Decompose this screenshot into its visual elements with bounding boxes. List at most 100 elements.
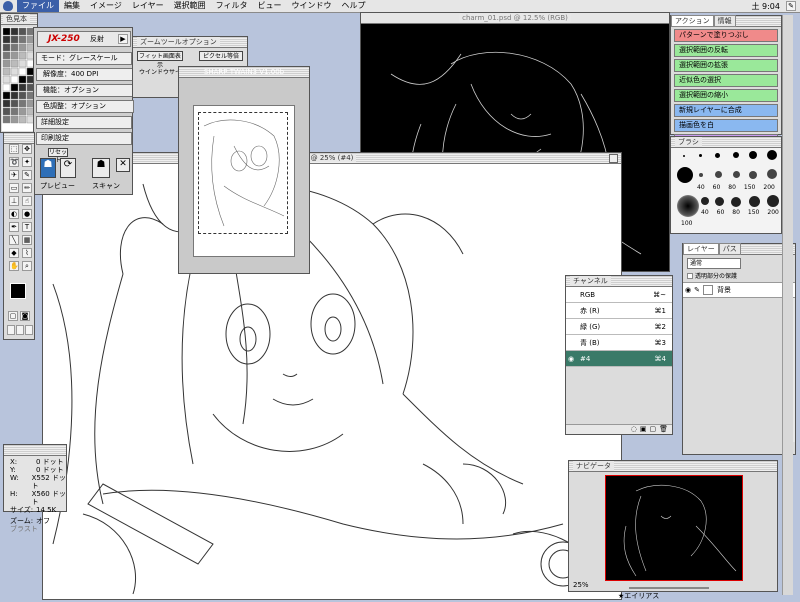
swatch[interactable] [18,27,27,36]
action-item[interactable]: 近似色の選択 [674,74,778,87]
reset-button[interactable]: リセット [48,148,68,164]
apple-menu-icon[interactable] [3,1,13,11]
screen-mode-3-icon[interactable] [25,325,33,335]
scan-selection-marquee[interactable] [198,112,288,234]
swatch[interactable] [18,107,27,116]
swatch[interactable] [2,75,11,84]
brush-soft-2[interactable] [715,171,722,178]
function-option-button[interactable]: 機能：オプション [36,84,134,97]
marquee-tool-icon[interactable]: ⬚ [9,144,19,154]
preserve-checkbox[interactable] [687,272,693,279]
brush-3px[interactable] [699,154,702,157]
brush-5px[interactable] [715,153,720,158]
eraser-tool-icon[interactable]: ▭ [9,183,19,193]
brushes-panel[interactable]: ブラシ 40 60 80 150 200 40 60 80 150 200 10… [670,136,782,234]
info-titlebar[interactable] [4,445,66,456]
arrow-right-icon[interactable]: ▶ [118,34,128,44]
blur-tool-icon[interactable]: ◐ [9,209,19,219]
mode-select[interactable]: モード：グレースケール [36,52,132,65]
toolbox[interactable]: ⬚ ✥ ➰ ✦ ✈ ✎ ▭ ✏ ⊥ ☝ ◐ ● ✒ T ╲ ▦ ◆ ⌇ ✋ ⌕ … [3,132,35,340]
save-selection-icon[interactable]: ▣ [640,425,647,434]
channel-row[interactable]: 緑 (G) ⌘2 [566,319,672,335]
desktop-scrollbar[interactable] [782,15,793,595]
detail-settings-button[interactable]: 詳細設定 [36,116,132,129]
menu-file[interactable]: ファイル [17,0,59,12]
swatch[interactable] [2,59,11,68]
scan-button[interactable]: ☗ [92,158,110,178]
print-settings-button[interactable]: 印刷設定 [36,132,132,145]
screen-mode-2-icon[interactable] [16,325,24,335]
dodge-tool-icon[interactable]: ● [22,209,32,219]
bucket-tool-icon[interactable]: ◆ [9,248,19,258]
tab-paths[interactable]: パス [718,243,741,255]
twain-titlebar[interactable]: SHARP TWAIN3 V1.00b [179,67,309,78]
action-item[interactable]: 選択範囲の反転 [674,44,778,57]
swatch[interactable] [2,91,11,100]
eye-icon[interactable]: ◉ [683,286,693,294]
paintbrush-tool-icon[interactable]: ✎ [22,170,32,180]
brush-hard-large[interactable] [677,167,693,183]
brush-soft-large[interactable] [677,195,699,217]
brush-soft-1[interactable] [699,173,703,177]
action-item[interactable]: 新規レイヤーに合成 [674,104,778,117]
swatch[interactable] [10,83,19,92]
eye-icon[interactable]: ◉ [566,355,576,363]
swatch[interactable] [10,99,19,108]
swatches-titlebar[interactable]: 色見本 [1,14,37,25]
action-item[interactable]: パターンで塗りつぶし [674,29,778,42]
menu-edit[interactable]: 編集 [59,0,85,12]
zoom-box-icon[interactable] [609,154,618,163]
cancel-scan-button[interactable]: ✕ [116,158,130,172]
magic-wand-tool-icon[interactable]: ✦ [22,157,32,167]
swatch[interactable] [18,35,27,44]
menu-view[interactable]: ビュー [252,0,286,12]
swatch[interactable] [18,75,27,84]
actions-titlebar[interactable]: アクション 情報 [671,15,781,27]
menu-image[interactable]: イメージ [85,0,127,12]
tab-actions[interactable]: アクション [671,15,714,27]
layer-row-background[interactable]: ◉ ✎ 背景 [683,282,795,298]
rotate-button[interactable]: ⟳ [60,158,76,178]
scanner-dialog[interactable]: JX-250 反射 ▶ モード：グレースケール 解像度：400 DPI 機能：オ… [33,27,134,195]
stamp-tool-icon[interactable]: ⊥ [9,196,19,206]
swatch[interactable] [2,27,11,36]
type-tool-icon[interactable]: T [22,222,32,232]
brush-soft-7[interactable] [715,197,724,206]
menu-clock[interactable]: 土 9:04 [745,1,786,12]
menu-help[interactable]: ヘルプ [336,0,370,12]
brush-19px[interactable] [767,150,777,160]
menu-layer[interactable]: レイヤー [127,0,169,12]
airbrush-tool-icon[interactable]: ✈ [9,170,19,180]
foreground-color[interactable] [10,283,26,299]
navigator-titlebar[interactable]: ナビゲータ [569,461,777,472]
preview-button[interactable]: ☗ [40,158,56,178]
swatch[interactable] [2,83,11,92]
move-tool-icon[interactable]: ✥ [22,144,32,154]
swatch[interactable] [18,43,27,52]
brush-9px[interactable] [733,152,739,158]
quickmask-mode-icon[interactable]: ◙ [20,311,30,321]
menu-select[interactable]: 選択範囲 [169,0,211,12]
channel-row[interactable]: 青 (B) ⌘3 [566,335,672,351]
swatch[interactable] [10,51,19,60]
line-tool-icon[interactable]: ╲ [9,235,19,245]
swatch[interactable] [2,107,11,116]
app-switcher-icon[interactable]: ✎ [786,1,796,11]
swatch-grid[interactable] [1,25,37,133]
blend-mode-select[interactable]: 通常 [687,258,741,269]
swatch[interactable] [18,83,27,92]
twain-preview-area[interactable] [193,105,295,257]
swatch[interactable] [18,91,27,100]
navigator-zoom[interactable]: 25% [573,581,589,589]
swatch[interactable] [2,51,11,60]
channels-panel[interactable]: チャンネル RGB ⌘~ 赤 (R) ⌘1 緑 (G) ⌘2 青 (B) ⌘3 ◉ #4 ⌘4 ◌ … [565,275,673,435]
toolbox-titlebar[interactable] [4,133,34,144]
pencil-tool-icon[interactable]: ✏ [22,183,32,193]
channel-row[interactable]: ◉ #4 ⌘4 [566,351,672,367]
menu-filter[interactable]: フィルタ [211,0,253,12]
swatch[interactable] [18,115,27,124]
swatch[interactable] [10,67,19,76]
brush-soft-5[interactable] [767,169,777,179]
new-channel-icon[interactable]: ▢ [649,425,656,434]
action-item[interactable]: 描画色を白 [674,119,778,132]
